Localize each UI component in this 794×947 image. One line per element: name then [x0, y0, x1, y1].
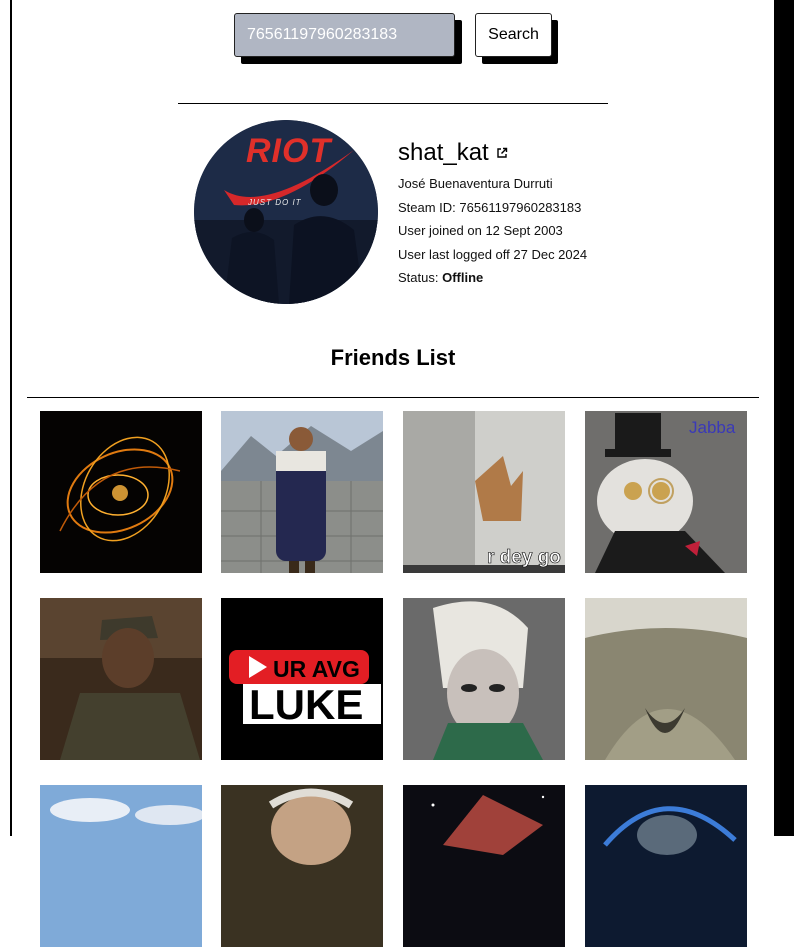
friend-avatar-image: Jabba: [585, 411, 747, 573]
friend-avatar-tile[interactable]: [585, 598, 747, 760]
friend-avatar-image: [40, 411, 202, 573]
friend-avatar-image: [403, 785, 565, 947]
friend-avatar-image: [40, 785, 202, 947]
friend-avatar-image: [221, 785, 383, 947]
steam-id-search-input[interactable]: [234, 13, 455, 57]
friend-avatar-tile[interactable]: [40, 411, 202, 573]
status-badge: Offline: [442, 270, 484, 285]
friend-avatar-image: UR AVG LUKE: [221, 598, 383, 760]
external-link-icon[interactable]: [496, 147, 508, 159]
friend-avatar-tile[interactable]: [585, 785, 747, 947]
joined-date-line: User joined on 12 Sept 2003: [398, 223, 563, 238]
avatar-riot-text: RIOT: [246, 132, 332, 170]
friend-avatar-tile[interactable]: [221, 411, 383, 573]
left-border: [10, 0, 12, 836]
last-logoff-line: User last logged off 27 Dec 2024: [398, 247, 588, 262]
friend-avatar-tile[interactable]: r dey go: [403, 411, 565, 573]
friend-avatar-image: [585, 785, 747, 947]
friend-avatar-tile[interactable]: UR AVG LUKE: [221, 598, 383, 760]
real-name: José Buenaventura Durruti: [398, 176, 553, 191]
friend-avatar-image: [40, 598, 202, 760]
username-row[interactable]: shat_kat: [398, 139, 508, 167]
friend-avatar-tile[interactable]: [40, 785, 202, 947]
friend-avatar-image: [403, 598, 565, 760]
status-line: Status: Offline: [398, 270, 483, 285]
friend-avatar-image: [221, 411, 383, 573]
friend-avatar-tile[interactable]: [40, 598, 202, 760]
profile-avatar: RIOT JUST DO IT: [194, 120, 378, 304]
search-button[interactable]: Search: [475, 13, 552, 57]
top-divider: [178, 103, 608, 104]
friend-avatar-image: r dey go: [403, 411, 565, 573]
friend-tile-caption: LUKE: [249, 681, 363, 728]
friend-tile-caption: r dey go: [487, 547, 561, 568]
friend-tile-caption: Jabba: [689, 418, 736, 437]
friends-list-title: Friends List: [330, 345, 456, 370]
friend-avatar-tile[interactable]: [403, 785, 565, 947]
status-label: Status:: [398, 270, 443, 285]
friend-avatar-tile[interactable]: [221, 785, 383, 947]
username[interactable]: shat_kat: [398, 139, 489, 167]
friends-divider: [27, 397, 759, 398]
friend-avatar-tile[interactable]: Jabba: [585, 411, 747, 573]
right-scroll-edge: [774, 0, 794, 836]
friend-avatar-tile[interactable]: [403, 598, 565, 760]
friend-tile-caption: UR AVG: [273, 656, 360, 682]
friend-avatar-image: [585, 598, 747, 760]
steam-id-line: Steam ID: 76561197960283183: [398, 200, 582, 215]
avatar-slogan-text: JUST DO IT: [248, 198, 302, 207]
